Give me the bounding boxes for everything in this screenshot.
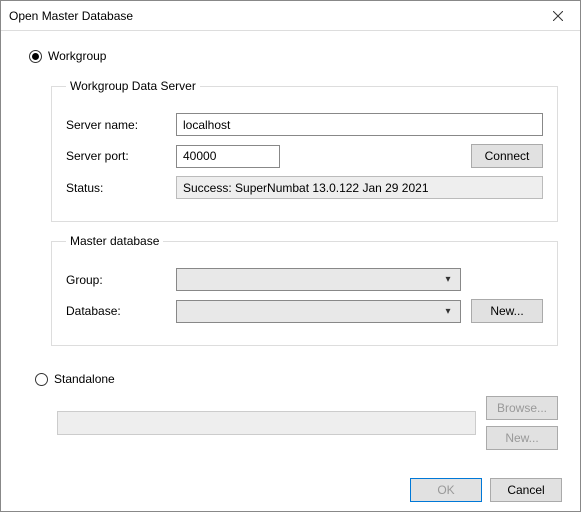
chevron-down-icon: ▾	[440, 274, 456, 285]
close-button[interactable]	[536, 1, 580, 31]
dialog-content: Workgroup Workgroup Data Server Server n…	[1, 31, 580, 468]
server-name-row: Server name:	[66, 113, 543, 136]
radio-standalone[interactable]	[35, 373, 48, 386]
workgroup-server-legend: Workgroup Data Server	[66, 79, 200, 93]
radio-workgroup[interactable]	[29, 50, 42, 63]
database-row: Database: ▾ New...	[66, 299, 543, 323]
titlebar: Open Master Database	[1, 1, 580, 31]
window-title: Open Master Database	[9, 9, 536, 23]
standalone-path-row: Browse... New...	[57, 396, 558, 450]
radio-workgroup-row[interactable]: Workgroup	[29, 49, 558, 63]
standalone-block: Standalone Browse... New...	[29, 372, 558, 454]
standalone-buttons: Browse... New...	[486, 396, 558, 450]
ok-button: OK	[410, 478, 482, 502]
radio-workgroup-label: Workgroup	[48, 49, 106, 63]
master-database-group: Master database Group: ▾ Database: ▾ New…	[51, 234, 558, 346]
close-icon	[553, 11, 563, 21]
workgroup-server-group: Workgroup Data Server Server name: Serve…	[51, 79, 558, 222]
status-value: Success: SuperNumbat 13.0.122 Jan 29 202…	[176, 176, 543, 199]
radio-standalone-label: Standalone	[54, 372, 115, 386]
cancel-button[interactable]: Cancel	[490, 478, 562, 502]
radio-standalone-row[interactable]: Standalone	[35, 372, 558, 386]
group-select[interactable]: ▾	[176, 268, 461, 291]
server-port-row: Server port: Connect	[66, 144, 543, 168]
server-port-label: Server port:	[66, 149, 176, 163]
connect-button[interactable]: Connect	[471, 144, 543, 168]
chevron-down-icon: ▾	[440, 306, 456, 317]
database-label: Database:	[66, 304, 176, 318]
new-database-button[interactable]: New...	[471, 299, 543, 323]
status-label: Status:	[66, 181, 176, 195]
server-name-label: Server name:	[66, 118, 176, 132]
server-name-input[interactable]	[176, 113, 543, 136]
dialog-window: Open Master Database Workgroup Workgroup…	[0, 0, 581, 512]
group-row: Group: ▾	[66, 268, 543, 291]
status-row: Status: Success: SuperNumbat 13.0.122 Ja…	[66, 176, 543, 199]
master-database-legend: Master database	[66, 234, 163, 248]
standalone-new-button: New...	[486, 426, 558, 450]
browse-button: Browse...	[486, 396, 558, 420]
dialog-footer: OK Cancel	[1, 468, 580, 512]
database-select[interactable]: ▾	[176, 300, 461, 323]
server-port-input[interactable]	[176, 145, 280, 168]
standalone-path-box	[57, 411, 476, 435]
group-label: Group:	[66, 273, 176, 287]
